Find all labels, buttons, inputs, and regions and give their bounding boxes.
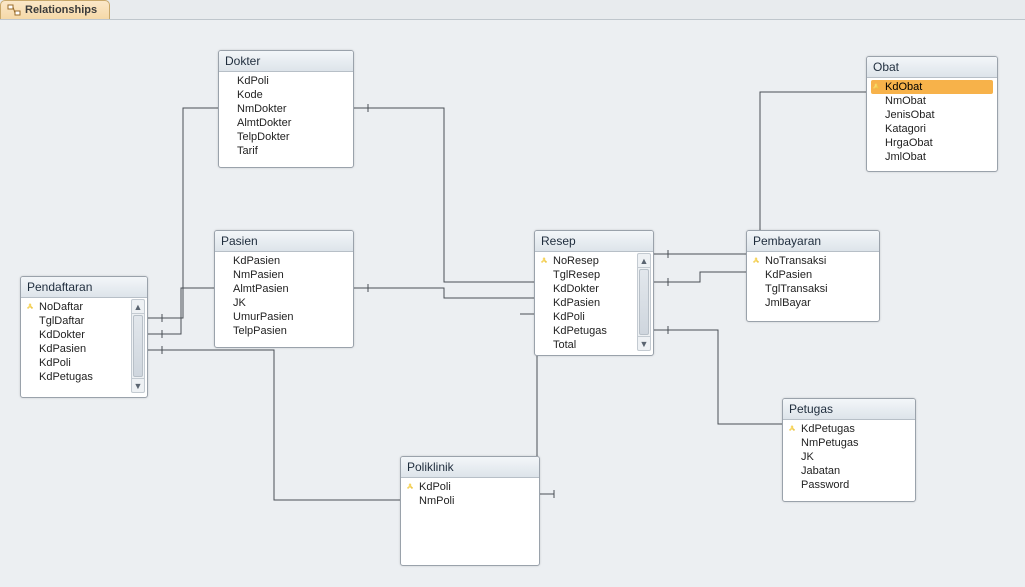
field-nodaftar[interactable]: NoDaftar: [25, 300, 127, 314]
field-nmpetugas[interactable]: NmPetugas: [787, 436, 911, 450]
field-jmlbayar[interactable]: JmlBayar: [751, 296, 875, 310]
field-noresep[interactable]: NoResep: [539, 254, 633, 268]
field-kdpoli[interactable]: KdPoli: [539, 310, 633, 324]
field-nmpoli[interactable]: NmPoli: [405, 494, 535, 508]
field-list: KdPetugasNmPetugasJKJabatanPassword: [783, 420, 915, 496]
field-almtpasien[interactable]: AlmtPasien: [219, 282, 349, 296]
scroll-thumb[interactable]: [639, 269, 649, 335]
field-nmobat[interactable]: NmObat: [871, 94, 993, 108]
tab-relationships[interactable]: Relationships: [0, 0, 110, 19]
field-hrgaobat[interactable]: HrgaObat: [871, 136, 993, 150]
field-telpdokter[interactable]: TelpDokter: [223, 130, 349, 144]
table-title[interactable]: Resep: [535, 231, 653, 252]
field-list: NoTransaksiKdPasienTglTransaksiJmlBayar: [747, 252, 879, 314]
field-kdpoli[interactable]: KdPoli: [405, 480, 535, 494]
table-title[interactable]: Petugas: [783, 399, 915, 420]
field-kdpasien[interactable]: KdPasien: [751, 268, 875, 282]
field-total[interactable]: Total: [539, 338, 633, 352]
field-jk[interactable]: JK: [219, 296, 349, 310]
field-password[interactable]: Password: [787, 478, 911, 492]
field-list: NoResepTglResepKdDokterKdPasienKdPoliKdP…: [535, 252, 653, 356]
scrollbar[interactable]: ▲▼: [637, 253, 651, 351]
field-katagori[interactable]: Katagori: [871, 122, 993, 136]
field-kdpetugas[interactable]: KdPetugas: [25, 370, 127, 384]
field-kdobat[interactable]: KdObat: [871, 80, 993, 94]
field-kdpasien[interactable]: KdPasien: [219, 254, 349, 268]
field-kdpoli[interactable]: KdPoli: [25, 356, 127, 370]
table-title[interactable]: Dokter: [219, 51, 353, 72]
field-kdpetugas[interactable]: KdPetugas: [787, 422, 911, 436]
field-tglresep[interactable]: TglResep: [539, 268, 633, 282]
field-almtdokter[interactable]: AlmtDokter: [223, 116, 349, 130]
scrollbar[interactable]: ▲▼: [131, 299, 145, 393]
field-list: KdPoliNmPoli: [401, 478, 539, 512]
table-pasien[interactable]: PasienKdPasienNmPasienAlmtPasienJKUmurPa…: [214, 230, 354, 348]
table-dokter[interactable]: DokterKdPoliKodeNmDokterAlmtDokterTelpDo…: [218, 50, 354, 168]
field-kddokter[interactable]: KdDokter: [539, 282, 633, 296]
field-kdpoli[interactable]: KdPoli: [223, 74, 349, 88]
table-title[interactable]: Pasien: [215, 231, 353, 252]
field-list: KdPoliKodeNmDokterAlmtDokterTelpDokterTa…: [219, 72, 353, 162]
relationships-icon: [7, 3, 21, 17]
scroll-up-icon[interactable]: ▲: [638, 254, 650, 268]
field-tgltransaksi[interactable]: TglTransaksi: [751, 282, 875, 296]
field-tarif[interactable]: Tarif: [223, 144, 349, 158]
table-title[interactable]: Obat: [867, 57, 997, 78]
scroll-thumb[interactable]: [133, 315, 143, 377]
table-title[interactable]: Poliklinik: [401, 457, 539, 478]
relationships-canvas[interactable]: PendaftaranNoDaftarTglDaftarKdDokterKdPa…: [0, 19, 1025, 587]
field-nmpasien[interactable]: NmPasien: [219, 268, 349, 282]
field-kdpasien[interactable]: KdPasien: [25, 342, 127, 356]
field-kode[interactable]: Kode: [223, 88, 349, 102]
table-pembayaran[interactable]: PembayaranNoTransaksiKdPasienTglTransaks…: [746, 230, 880, 322]
scroll-up-icon[interactable]: ▲: [132, 300, 144, 314]
field-jenisobat[interactable]: JenisObat: [871, 108, 993, 122]
field-tgldaftar[interactable]: TglDaftar: [25, 314, 127, 328]
field-jmlobat[interactable]: JmlObat: [871, 150, 993, 164]
field-notransaksi[interactable]: NoTransaksi: [751, 254, 875, 268]
tab-label: Relationships: [25, 4, 97, 16]
field-kddokter[interactable]: KdDokter: [25, 328, 127, 342]
scroll-down-icon[interactable]: ▼: [132, 378, 144, 392]
table-petugas[interactable]: PetugasKdPetugasNmPetugasJKJabatanPasswo…: [782, 398, 916, 502]
field-list: NoDaftarTglDaftarKdDokterKdPasienKdPoliK…: [21, 298, 147, 388]
table-title[interactable]: Pendaftaran: [21, 277, 147, 298]
field-umurpasien[interactable]: UmurPasien: [219, 310, 349, 324]
field-jk[interactable]: JK: [787, 450, 911, 464]
table-obat[interactable]: ObatKdObatNmObatJenisObatKatagoriHrgaOba…: [866, 56, 998, 172]
field-list: KdObatNmObatJenisObatKatagoriHrgaObatJml…: [867, 78, 997, 168]
scroll-down-icon[interactable]: ▼: [638, 336, 650, 350]
field-kdpasien[interactable]: KdPasien: [539, 296, 633, 310]
field-telppasien[interactable]: TelpPasien: [219, 324, 349, 338]
table-poliklinik[interactable]: PoliklinikKdPoliNmPoli: [400, 456, 540, 566]
field-nmdokter[interactable]: NmDokter: [223, 102, 349, 116]
table-resep[interactable]: ResepNoResepTglResepKdDokterKdPasienKdPo…: [534, 230, 654, 356]
table-title[interactable]: Pembayaran: [747, 231, 879, 252]
field-kdpetugas[interactable]: KdPetugas: [539, 324, 633, 338]
field-list: KdPasienNmPasienAlmtPasienJKUmurPasienTe…: [215, 252, 353, 342]
table-pendaftaran[interactable]: PendaftaranNoDaftarTglDaftarKdDokterKdPa…: [20, 276, 148, 398]
field-jabatan[interactable]: Jabatan: [787, 464, 911, 478]
